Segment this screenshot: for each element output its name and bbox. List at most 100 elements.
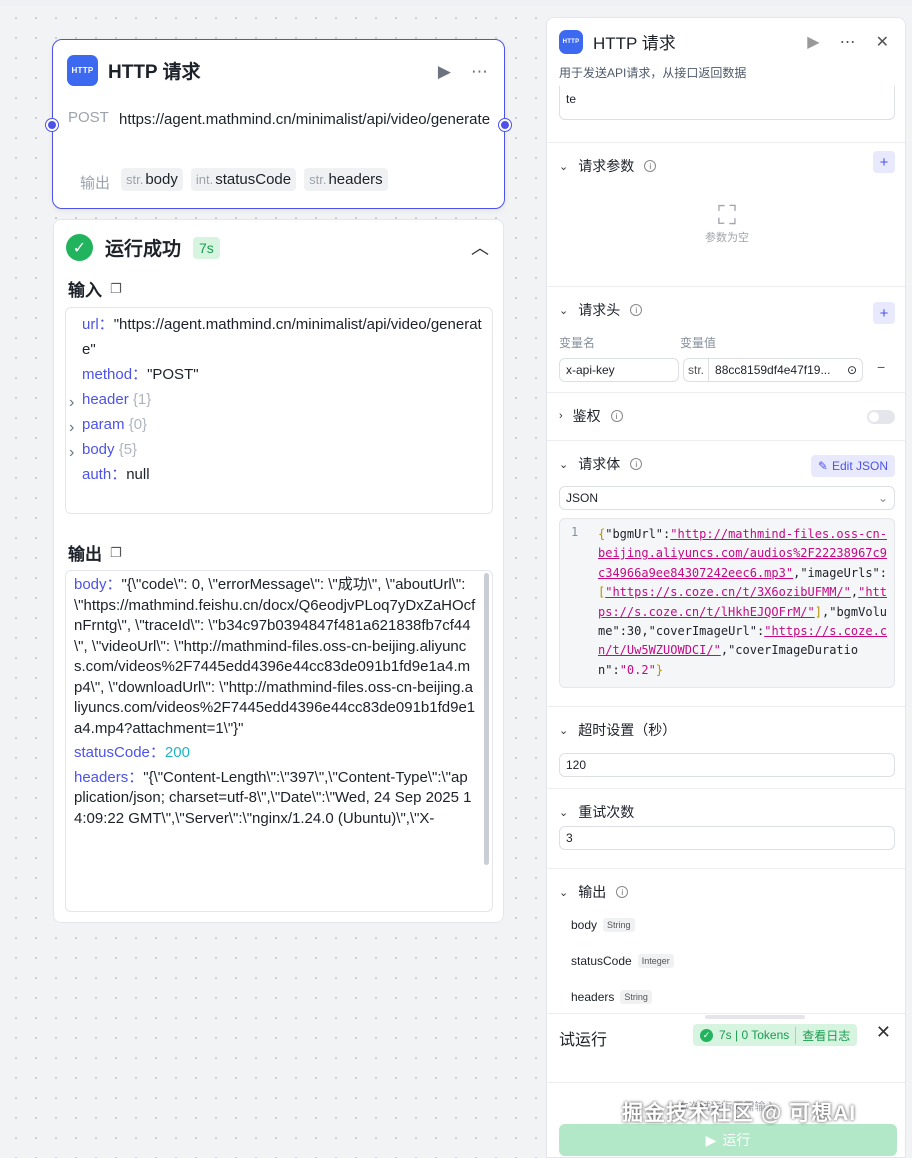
auth-toggle[interactable] [867, 410, 895, 424]
remove-header-icon[interactable]: − [877, 359, 885, 375]
retry-header[interactable]: ⌄ 重试次数 [559, 802, 634, 822]
http-icon: HTTP [67, 55, 98, 86]
input-url-row: url："https://agent.mathmind.cn/minimalis… [82, 316, 482, 358]
body-header[interactable]: ⌄ 请求体 i [559, 454, 643, 474]
params-section: ⌄ 请求参数 i + ⛶ 参数为空 [547, 142, 905, 286]
retry-input[interactable]: 3 [559, 826, 895, 850]
http-icon: HTTP [559, 29, 583, 54]
variable-ref-icon[interactable]: ⊙ [847, 363, 862, 377]
close-icon[interactable]: ✕ [876, 32, 889, 52]
info-icon: i [644, 160, 657, 172]
divider [547, 1082, 905, 1083]
json-value: "0.2" [619, 662, 656, 677]
edit-json-button[interactable]: ✎ Edit JSON [810, 455, 895, 477]
key: param [82, 416, 125, 433]
chevron-down-icon: ⌄ [877, 491, 888, 505]
timeout-label: 超时设置（秒） [578, 722, 677, 738]
add-header-button[interactable]: + [873, 302, 895, 324]
json-code: {"bgmUrl":"http://mathmind-files.oss-cn-… [598, 527, 888, 677]
node-output-label: 输出 [80, 175, 111, 192]
play-icon[interactable]: ▶ [438, 62, 451, 82]
node-actions: ▶ ⋯ [438, 62, 488, 82]
info-icon: i [616, 886, 629, 898]
output-name: statusCode [215, 171, 292, 188]
header-value-input[interactable]: str. 88cc8159df4e47f19... ⊙ [683, 358, 863, 382]
node-method: POST [68, 109, 109, 126]
output-port[interactable] [499, 119, 511, 131]
type-tag: str. [684, 359, 710, 381]
headers-header[interactable]: ⌄ 请求头 i [559, 300, 643, 320]
view-log-link[interactable]: 查看日志 [795, 1026, 850, 1044]
info-icon: i [610, 410, 623, 422]
input-param-row[interactable]: param {0} [66, 412, 492, 437]
edit-icon: ✎ [817, 459, 828, 473]
value: "https://agent.mathmind.cn/minimalist/ap… [82, 316, 482, 358]
chevron-down-icon: ⌄ [559, 806, 569, 819]
input-header-row[interactable]: header {1} [66, 387, 492, 412]
top-bar [0, 0, 912, 6]
value: "{\"code\": 0, \"errorMessage\": \"成功\",… [74, 576, 476, 737]
params-label: 请求参数 [578, 158, 635, 174]
output-name: body [145, 171, 178, 188]
json-key: "coverImageUrl" [648, 624, 757, 639]
params-header[interactable]: ⌄ 请求参数 i [559, 156, 657, 176]
output-tag: str. body [121, 168, 183, 191]
info-icon: i [630, 304, 643, 316]
url-input[interactable]: te [559, 86, 895, 120]
input-body-row[interactable]: body {5} [66, 437, 492, 462]
body-format-select[interactable]: JSON ⌄ [559, 486, 895, 510]
scrollbar[interactable] [484, 573, 489, 865]
output-section-label: 输出 ❐ [68, 540, 122, 565]
more-icon[interactable]: ⋯ [471, 62, 488, 82]
header-name-input[interactable]: x-api-key [559, 358, 679, 382]
key: statusCode [74, 744, 150, 761]
copy-icon[interactable]: ❐ [110, 545, 122, 561]
trial-status-badge[interactable]: ✓ 7s | 0 Tokens 查看日志 [693, 1024, 858, 1046]
timeout-header[interactable]: ⌄ 超时设置（秒） [559, 720, 676, 740]
auth-header[interactable]: › 鉴权 i [559, 406, 623, 426]
timeout-section: ⌄ 超时设置（秒） 120 [547, 706, 905, 788]
input-method-row: method："POST" [82, 366, 199, 383]
count: {0} [128, 416, 148, 433]
key: body [74, 576, 107, 593]
output-name: statusCode [571, 954, 632, 968]
format-value: JSON [566, 491, 599, 505]
json-key: "imageUrls" [800, 565, 880, 580]
output-section: ⌄ 输出 i body String statusCode Integer header… [547, 868, 905, 1013]
run-button[interactable]: ▶ 运行 [559, 1124, 897, 1156]
count: {5} [118, 441, 138, 458]
drag-handle[interactable] [705, 1015, 805, 1019]
more-icon[interactable]: ⋯ [840, 32, 856, 52]
panel-description: 用于发送API请求，从接口返回数据 [559, 66, 747, 80]
run-result-panel: ✓ 运行成功 7s ︿ 输入 ❐ url："https://agent.math… [53, 219, 504, 923]
add-param-button[interactable]: + [873, 151, 895, 173]
auth-section: › 鉴权 i [547, 392, 905, 440]
output-header[interactable]: ⌄ 输出 i [559, 882, 629, 902]
node-outputs: str. body int. statusCode str. headers [121, 168, 388, 191]
copy-icon[interactable]: ❐ [110, 281, 122, 297]
node-title: HTTP 请求 [108, 62, 201, 83]
collapse-chevron-icon[interactable]: ︿ [471, 234, 489, 260]
output-json-box[interactable]: body："{\"code\": 0, \"errorMessage\": \"… [65, 570, 493, 912]
output-item: statusCode Integer [571, 954, 674, 968]
play-icon[interactable]: ▶ [807, 32, 819, 52]
json-editor[interactable]: 1 {"bgmUrl":"http://mathmind-files.oss-c… [559, 518, 895, 688]
node-config-panel: HTTP HTTP 请求 ▶ ⋯ ✕ 用于发送API请求，从接口返回数据 te … [546, 17, 906, 1158]
close-icon[interactable]: ✕ [876, 1022, 891, 1043]
chevron-down-icon: ⌄ [559, 724, 569, 737]
output-type: String [620, 990, 652, 1004]
value: "POST" [147, 366, 199, 383]
watermark: 掘金技术社区 @ 可想AI [622, 1102, 857, 1125]
chevron-down-icon: ⌄ [559, 304, 569, 317]
input-port[interactable] [46, 119, 58, 131]
output-type: str. [126, 172, 144, 187]
output-label: 输出 [578, 884, 607, 900]
headers-section: ⌄ 请求头 i + 变量名 变量值 x-api-key str. 88cc8159d… [547, 286, 905, 392]
header-value-text: 88cc8159df4e47f19... [715, 363, 831, 377]
json-key: "bgmUrl" [605, 527, 664, 541]
value: null [126, 466, 150, 483]
json-value: "https://s.coze.cn/t/3X6ozibUFMM/" [605, 585, 851, 600]
timeout-input[interactable]: 120 [559, 753, 895, 777]
key: url [82, 316, 99, 333]
http-node-card[interactable]: HTTP HTTP 请求 ▶ ⋯ POST https://agent.math… [46, 39, 511, 209]
